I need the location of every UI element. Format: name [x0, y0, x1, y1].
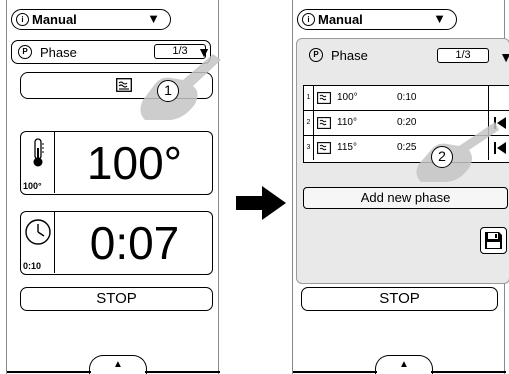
chevron-down-icon[interactable]: ▼ [147, 11, 160, 26]
bottom-divider [7, 371, 91, 373]
steam-icon [317, 117, 331, 129]
mode-selector[interactable]: i Manual ▼ [297, 9, 457, 30]
add-phase-button[interactable]: Add new phase [303, 187, 508, 209]
temperature-icon-cell: 100° [21, 132, 55, 193]
save-button[interactable] [480, 227, 507, 254]
temperature-value: 100° [86, 137, 183, 189]
phase-icon: P [18, 45, 32, 59]
hand-pointer-icon [416, 122, 499, 182]
arrow-up-icon: ▲ [113, 359, 123, 370]
temperature-setpoint: 100° [23, 181, 42, 191]
stop-button[interactable]: STOP [20, 287, 213, 311]
arrow-right-icon [236, 186, 286, 220]
right-screen: i Manual ▼ P Phase 1/3 ▼ 1 100° 0:10 2 1… [292, 0, 509, 374]
table-row[interactable]: 1 100° 0:10 [304, 86, 509, 111]
steam-icon [116, 78, 132, 92]
chevron-down-icon[interactable]: ▼ [499, 49, 509, 65]
phase-label: Phase [331, 47, 368, 63]
callout-number: 2 [431, 146, 453, 168]
expand-tab[interactable]: ▲ [375, 355, 433, 374]
steam-icon [317, 142, 331, 154]
time-icon-cell: 0:10 [21, 212, 55, 273]
stop-button[interactable]: STOP [301, 287, 498, 311]
time-display[interactable]: 0:10 0:07 [20, 211, 213, 275]
left-screen: i Manual ▼ P Phase 1/3 ▼ 100° 100° 0:10 … [6, 0, 221, 374]
phase-temp: 100° [337, 92, 358, 103]
bottom-divider [145, 371, 220, 373]
arrow-up-icon: ▲ [399, 359, 409, 370]
phase-number: 1 [304, 86, 314, 110]
phase-number: 3 [304, 136, 314, 160]
floppy-disk-icon [485, 232, 502, 249]
phase-icon: P [309, 48, 323, 62]
phase-label: Phase [40, 44, 77, 60]
callout-number: 1 [157, 80, 179, 102]
thermometer-icon [33, 138, 44, 167]
expand-tab[interactable]: ▲ [89, 355, 147, 374]
bottom-divider [293, 371, 377, 373]
clock-icon [25, 219, 51, 245]
manual-mode-icon: i [16, 13, 29, 26]
phase-number: 2 [304, 111, 314, 135]
mode-label: Manual [32, 12, 77, 27]
hand-pointer-icon [140, 54, 221, 120]
phase-temp: 115° [337, 142, 357, 153]
time-value: 0:07 [89, 217, 180, 269]
phase-page-indicator: 1/3 [437, 48, 489, 63]
chevron-down-icon[interactable]: ▼ [433, 11, 446, 26]
time-setpoint: 0:10 [23, 261, 42, 271]
manual-mode-icon: i [302, 13, 315, 26]
phase-time: 0:10 [397, 92, 417, 103]
mode-selector[interactable]: i Manual ▼ [11, 9, 171, 30]
mode-label: Manual [318, 12, 363, 27]
phase-selector[interactable]: P Phase 1/3 ▼ [303, 44, 509, 66]
column-divider [488, 86, 489, 110]
phase-temp: 110° [337, 117, 357, 128]
steam-icon [317, 92, 331, 104]
bottom-divider [431, 371, 506, 373]
temperature-display[interactable]: 100° 100° [20, 131, 213, 195]
